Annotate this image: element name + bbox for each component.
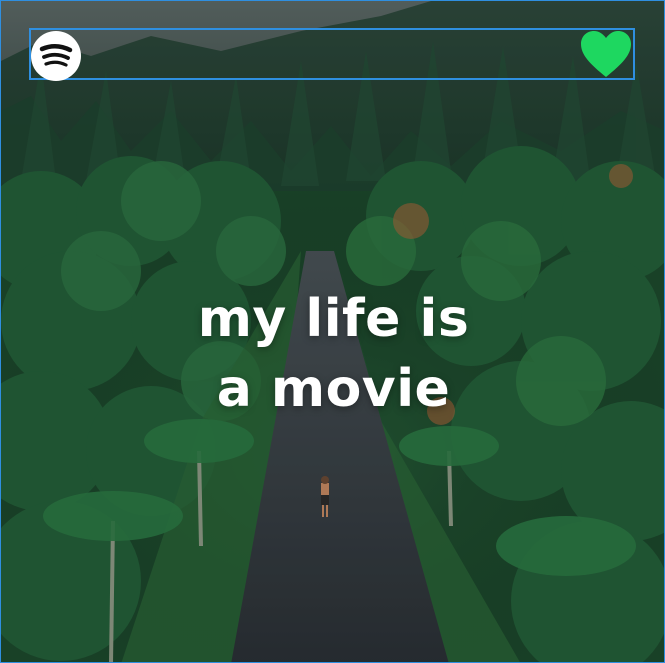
playlist-cover: my life is a movie	[0, 0, 665, 663]
cover-title-line-1: my life is	[197, 289, 470, 349]
cover-title-line-2: a movie	[216, 359, 451, 419]
cover-title: my life is a movie	[1, 284, 664, 424]
spotify-logo-icon[interactable]	[31, 31, 81, 81]
heart-icon[interactable]	[579, 29, 633, 79]
top-bar	[29, 28, 635, 80]
